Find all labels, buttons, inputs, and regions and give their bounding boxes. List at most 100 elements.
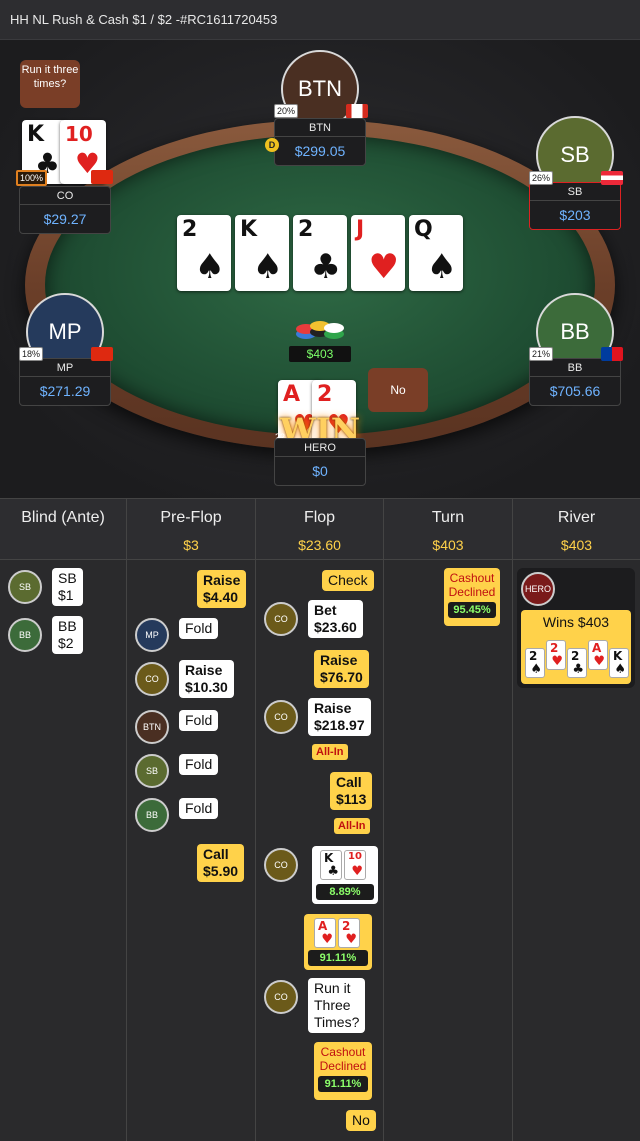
bb-pct-badge: 21% (529, 347, 554, 361)
col-blind: Blind (Ante) (0, 499, 127, 561)
board-card-3: 2 ♣ (293, 215, 347, 291)
co-avatar-chip-flop1: CO (264, 602, 298, 636)
co-allin-badge: All-In (312, 744, 348, 760)
board-card-5: Q ♠ (409, 215, 463, 291)
btn-avatar-chip: BTN (135, 710, 169, 744)
sb-blind-action: SB $1 (52, 568, 83, 606)
board-card-2: K ♠ (235, 215, 289, 291)
bb-avatar-chip-2: BB (135, 798, 169, 832)
btn-nameplate[interactable]: BTN $299.05 (274, 118, 366, 166)
sb-fold: Fold (179, 754, 219, 775)
co-show-card-2: 10 ♥ (344, 850, 366, 880)
hero-name: HERO (275, 439, 365, 457)
sb-nameplate[interactable]: SB $203 (529, 182, 621, 230)
bb-fold: Fold (179, 798, 219, 819)
mp-pct-badge: 18% (19, 347, 44, 361)
pot-amount: $403 (289, 346, 351, 362)
poker-table: 2 ♠ K ♠ 2 ♣ J ♥ Q ♠ $403 BTN BTN $299.05 20% D… (0, 40, 640, 498)
sb-avatar-chip-2: SB (135, 754, 169, 788)
taiwan-flag-icon (601, 347, 623, 361)
river-column: HERO Wins $403 2 ♠ 2 ♥ 2 ♣ A ♥ K ♠ (513, 560, 640, 1141)
co-equity: 8.89% (316, 884, 374, 900)
sb-pct-badge: 26% (529, 171, 554, 185)
dealer-button-icon: D (265, 138, 279, 152)
austria-flag-icon (601, 171, 623, 185)
mp-name: MP (20, 359, 110, 377)
col-preflop: Pre-Flop $3 (127, 499, 256, 561)
river-card-5: K ♠ (609, 648, 629, 678)
flop-column: Check CO Bet $23.60 Raise $76.70 CO Rais… (256, 560, 384, 1141)
hero-raise-flop: Raise $76.70 (314, 650, 369, 688)
sb-avatar-chip: SB (8, 570, 42, 604)
river-card-4: A ♥ (588, 640, 608, 670)
hero-show-card-1: A ♥ (314, 918, 336, 948)
hero-no-reply: No (346, 1110, 376, 1131)
col-flop: Flop $23.60 (256, 499, 384, 561)
hero-cashout-flop: Cashout Declined 91.11% (314, 1042, 372, 1100)
river-card-1: 2 ♠ (525, 648, 545, 678)
col-turn: Turn $403 (384, 499, 513, 561)
hero-call-flop: Call $113 (330, 772, 373, 810)
bb-avatar-chip: BB (8, 618, 42, 652)
hong-kong-flag-icon (91, 347, 113, 361)
sb-stack: $203 (559, 207, 591, 223)
hero-equity: 91.11% (308, 950, 368, 966)
hero-nameplate[interactable]: HERO $0 (274, 438, 366, 486)
bb-name: BB (530, 359, 620, 377)
co-avatar-chip-flop3: CO (264, 848, 298, 882)
co-avatar-chip-flop2: CO (264, 700, 298, 734)
sb-name: SB (530, 183, 620, 201)
hero-avatar-chip: HERO (521, 572, 555, 606)
co-nameplate[interactable]: CO $29.27 (19, 186, 111, 234)
cashout-pct: 91.11% (318, 1076, 368, 1092)
btn-name: BTN (275, 119, 365, 137)
btn-stack: $299.05 (294, 143, 346, 159)
co-showdown-box: K ♣ 10 ♥ 8.89% (312, 846, 378, 904)
hero-call-preflop: Call $5.90 (197, 844, 245, 882)
cashout-label: Cashout Declined (319, 1045, 367, 1073)
board-card-4: J ♥ (351, 215, 405, 291)
hero-allin-badge: All-In (334, 818, 370, 834)
co-show-card-1: K ♣ (320, 850, 342, 880)
turn-column: Cashout Declined 95.45% (384, 560, 513, 1141)
hero-check: Check (322, 570, 374, 591)
bb-blind-action: BB $2 (52, 616, 83, 654)
hero-show-card-2: 2 ♥ (338, 918, 360, 948)
wins-label: Wins $403 (542, 614, 610, 630)
btn-fold: Fold (179, 710, 219, 731)
co-raise-preflop: Raise $10.30 (179, 660, 234, 698)
co-raise-flop: Raise $218.97 (308, 698, 371, 736)
hero-win-box: HERO Wins $403 2 ♠ 2 ♥ 2 ♣ A ♥ K ♠ (517, 568, 635, 688)
co-avatar-chip-flop4: CO (264, 980, 298, 1014)
blind-column: SB SB $1 BB BB $2 (0, 560, 127, 1141)
river-card-2: 2 ♥ (546, 640, 566, 670)
hero-showdown-box: A ♥ 2 ♥ 91.11% (304, 914, 372, 970)
co-bet: Bet $23.60 (308, 600, 363, 638)
board-card-1: 2 ♠ (177, 215, 231, 291)
preflop-column: Raise $4.40 MP Fold CO Raise $10.30 BTN … (127, 560, 256, 1141)
china-flag-icon (91, 170, 113, 184)
co-name: CO (20, 187, 110, 205)
co-pct-badge: 100% (16, 170, 48, 186)
mp-fold: Fold (179, 618, 219, 639)
turn-cashout-pct: 95.45% (448, 602, 496, 618)
co-stack: $29.27 (43, 211, 87, 227)
mp-stack: $271.29 (39, 383, 91, 399)
hero-raise-preflop: Raise $4.40 (197, 570, 247, 608)
chip-stack-icon (292, 316, 348, 342)
hero-chat-bubble: No (368, 368, 428, 412)
hand-history-header: Blind (Ante) Pre-Flop $3 Flop $23.60 Turn $… (0, 498, 640, 561)
hero-stack: $0 (312, 463, 328, 479)
river-card-3: 2 ♣ (567, 648, 587, 678)
co-chat-bubble: Run it three times? (20, 60, 80, 108)
mp-nameplate[interactable]: MP $271.29 (19, 358, 111, 406)
btn-pct-badge: 20% (274, 104, 299, 118)
bb-nameplate[interactable]: BB $705.66 (529, 358, 621, 406)
co-run-it-request: Run it Three Times? (308, 978, 366, 1033)
canada-flag-icon (346, 104, 368, 118)
mp-avatar-chip: MP (135, 618, 169, 652)
window-title: HH NL Rush & Cash $1 / $2 -#RC1611720453 (0, 0, 640, 40)
turn-cashout-label: Cashout Declined (448, 571, 496, 599)
bb-stack: $705.66 (549, 383, 601, 399)
co-avatar-chip: CO (135, 662, 169, 696)
